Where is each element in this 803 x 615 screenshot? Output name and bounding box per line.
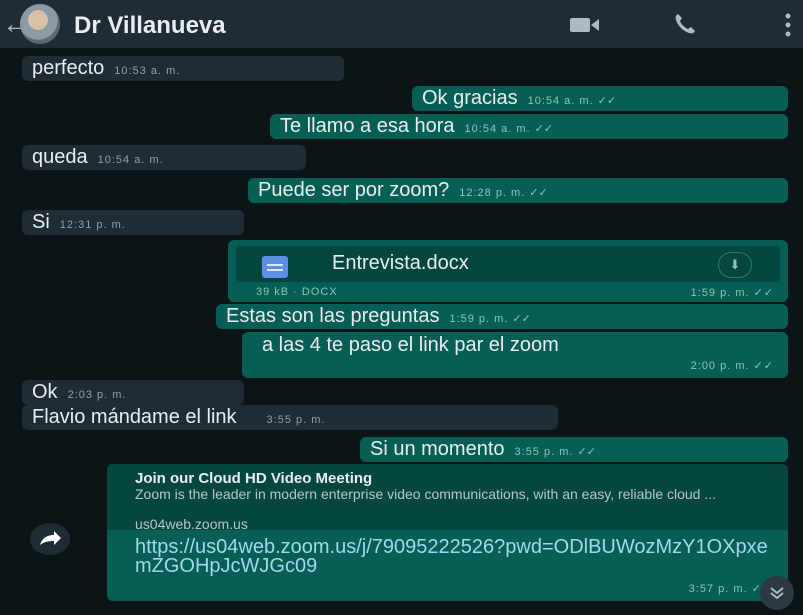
- message-bubble-incoming[interactable]: queda 10:54 a. m.: [22, 145, 306, 170]
- chat-header: ← Dr Villanueva: [0, 0, 803, 48]
- message-time: 10:54 a. m.: [464, 123, 531, 135]
- message-time: 3:55 p. m.: [514, 446, 574, 458]
- read-receipt-icon: ✓✓: [753, 360, 774, 372]
- link-message[interactable]: Join our Cloud HD Video Meeting Zoom is …: [107, 464, 788, 601]
- message-time: 3:55 p. m.: [266, 414, 326, 426]
- document-name: Entrevista.docx: [332, 252, 469, 274]
- message-bubble-incoming[interactable]: Si 12:31 p. m.: [22, 210, 244, 235]
- message-text: a las 4 te paso el link par el zoom: [262, 334, 559, 356]
- message-time-text: 2:00 p. m.: [690, 360, 750, 372]
- read-receipt-icon: ✓✓: [577, 446, 596, 458]
- link-preview-card[interactable]: Join our Cloud HD Video Meeting Zoom is …: [107, 464, 788, 532]
- menu-dots-icon[interactable]: [784, 12, 792, 38]
- read-receipt-icon: ✓✓: [534, 123, 554, 135]
- read-receipt-icon: ✓✓: [512, 313, 531, 325]
- message-text: Si un momento: [370, 438, 505, 460]
- download-icon[interactable]: ⬇: [718, 252, 752, 278]
- scroll-down-button[interactable]: [760, 576, 794, 610]
- message-bubble-outgoing[interactable]: Ok gracias 10:54 a. m. ✓✓: [412, 86, 788, 111]
- message-bubble-outgoing[interactable]: Estas son las preguntas 1:59 p. m. ✓✓: [216, 304, 788, 329]
- link-preview-domain: us04web.zoom.us: [135, 516, 248, 532]
- message-text: Te llamo a esa hora: [280, 115, 455, 137]
- message-bubble-outgoing[interactable]: Si un momento 3:55 p. m. ✓✓: [360, 437, 788, 462]
- meeting-link[interactable]: https://us04web.zoom.us/j/79095222526?pw…: [135, 537, 775, 576]
- message-time: 2:00 p. m. ✓✓: [691, 359, 774, 372]
- message-bubble-outgoing[interactable]: a las 4 te paso el link par el zoom 2:00…: [242, 332, 788, 378]
- forward-button[interactable]: [30, 523, 70, 555]
- message-bubble-incoming[interactable]: perfecto 10:53 a. m.: [22, 56, 344, 81]
- message-time: 1:59 p. m.: [449, 313, 509, 325]
- message-time: 10:54 a. m.: [97, 154, 164, 166]
- message-time: 10:53 a. m.: [114, 65, 181, 77]
- document-attachment[interactable]: Entrevista.docx ⬇: [236, 246, 780, 282]
- message-text: Si: [32, 211, 50, 233]
- message-time: 12:28 p. m.: [459, 187, 526, 199]
- read-receipt-icon: ✓✓: [529, 187, 548, 199]
- document-message[interactable]: Entrevista.docx ⬇ 39 kB · DOCX 1:59 p. m…: [228, 240, 788, 302]
- read-receipt-icon: ✓✓: [753, 287, 774, 299]
- message-time: 12:31 p. m.: [59, 219, 126, 231]
- message-text: Estas son las preguntas: [226, 305, 440, 327]
- message-text: Ok gracias: [422, 87, 518, 109]
- avatar[interactable]: [20, 4, 60, 44]
- document-meta: 39 kB · DOCX: [256, 286, 338, 298]
- message-text: queda: [32, 146, 88, 168]
- message-text: Ok: [32, 381, 58, 403]
- message-bubble-outgoing[interactable]: Te llamo a esa hora 10:54 a. m. ✓✓: [270, 114, 788, 139]
- message-text: Flavio mándame el link: [32, 406, 237, 428]
- message-bubble-outgoing[interactable]: Puede ser por zoom? 12:28 p. m. ✓✓: [248, 178, 788, 203]
- message-bubble-incoming[interactable]: Flavio mándame el link 3:55 p. m.: [22, 405, 558, 430]
- read-receipt-icon: ✓✓: [597, 95, 617, 107]
- document-file-icon: [262, 256, 288, 278]
- message-time: 10:54 a. m.: [527, 95, 594, 107]
- video-call-icon[interactable]: [570, 16, 600, 34]
- chevron-down-icon: [770, 587, 784, 600]
- link-preview-title: Join our Cloud HD Video Meeting: [135, 470, 373, 487]
- document-time-text: 1:59 p. m.: [690, 287, 750, 299]
- message-text: Puede ser por zoom?: [258, 179, 450, 201]
- phone-icon[interactable]: [673, 12, 697, 36]
- message-time: 2:03 p. m.: [67, 389, 127, 401]
- message-text: perfecto: [32, 57, 105, 79]
- link-preview-description: Zoom is the leader in modern enterprise …: [135, 486, 717, 502]
- message-time-text: 3:57 p. m.: [688, 583, 748, 595]
- forward-arrow-icon: [40, 531, 61, 545]
- message-time: 1:59 p. m. ✓✓: [691, 286, 774, 299]
- message-bubble-incoming[interactable]: Ok 2:03 p. m.: [22, 380, 244, 405]
- contact-name[interactable]: Dr Villanueva: [74, 12, 226, 40]
